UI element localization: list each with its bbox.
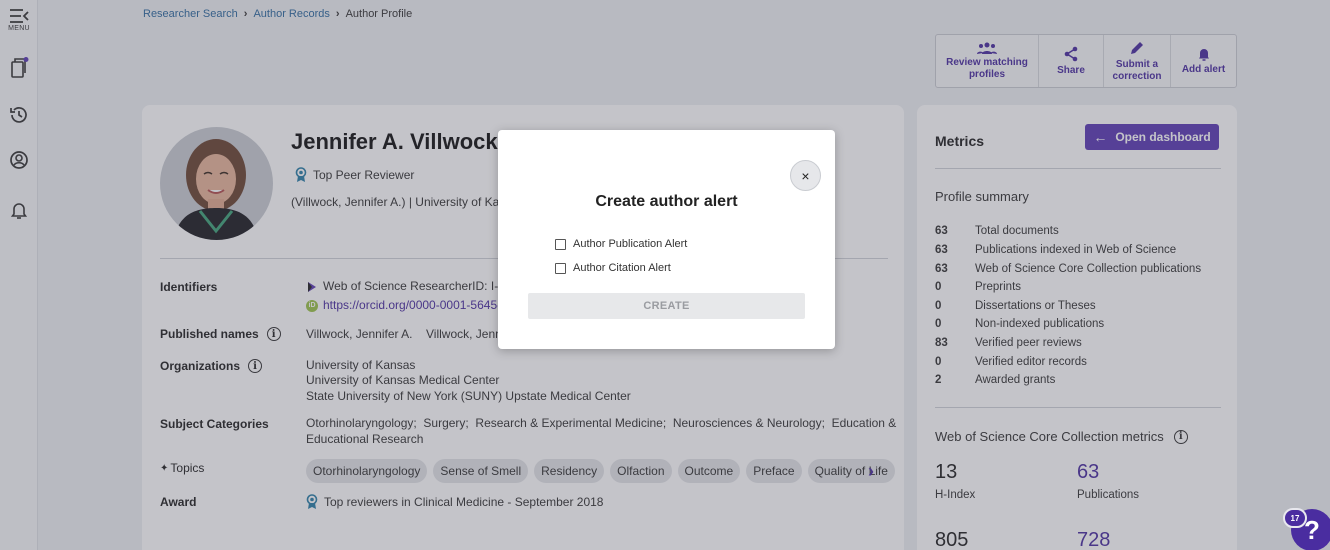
- create-author-alert-dialog: × Create author alert Author Publication…: [498, 130, 835, 349]
- author-publication-alert-option[interactable]: Author Publication Alert: [555, 238, 687, 250]
- help-count-badge: 17: [1283, 508, 1307, 528]
- checkbox[interactable]: [555, 262, 566, 274]
- create-button[interactable]: CREATE: [528, 293, 805, 319]
- author-citation-alert-option[interactable]: Author Citation Alert: [555, 262, 671, 274]
- close-button[interactable]: ×: [790, 160, 821, 191]
- checkbox[interactable]: [555, 238, 566, 250]
- option-label: Author Publication Alert: [573, 238, 688, 250]
- close-icon: ×: [801, 167, 810, 184]
- dialog-title: Create author alert: [595, 193, 738, 210]
- option-label: Author Citation Alert: [573, 262, 671, 274]
